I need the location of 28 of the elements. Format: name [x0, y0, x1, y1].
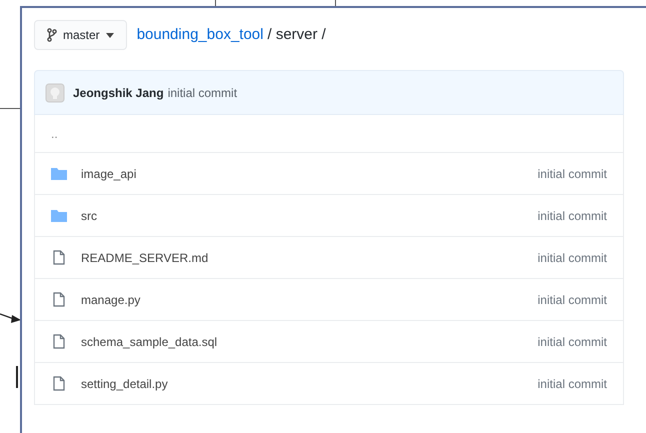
file-link[interactable]: README_SERVER.md	[81, 248, 524, 266]
branch-icon	[47, 28, 57, 42]
file-icon	[53, 334, 65, 349]
file-link[interactable]: manage.py	[81, 290, 524, 308]
commit-message[interactable]: initial commit	[538, 374, 607, 392]
file-icon	[53, 376, 65, 391]
commit-message[interactable]: initial commit	[538, 290, 607, 308]
commit-message[interactable]: initial commit	[538, 164, 607, 182]
commit-author[interactable]: Jeongshik Jang	[73, 84, 164, 102]
arrow-icon	[0, 311, 22, 325]
folder-link[interactable]: image_api	[81, 164, 524, 182]
commit-message[interactable]: initial commit	[538, 206, 607, 224]
commit-message[interactable]: initial commit	[168, 84, 238, 102]
branch-dropdown[interactable]: master	[34, 20, 127, 50]
file-icon	[53, 250, 65, 265]
commit-message[interactable]: initial commit	[538, 248, 607, 266]
path-text: / server /	[267, 24, 326, 45]
commit-message[interactable]: initial commit	[538, 332, 607, 350]
folder-icon	[51, 209, 67, 222]
caret-icon	[106, 32, 114, 38]
folder-link[interactable]: src	[81, 206, 524, 224]
parent-directory-link[interactable]: ..	[51, 124, 58, 142]
file-icon	[53, 292, 65, 307]
repo-link[interactable]: bounding_box_tool	[136, 24, 264, 46]
folder-icon	[51, 167, 67, 180]
file-link[interactable]: setting_detail.py	[81, 374, 524, 392]
file-link[interactable]: schema_sample_data.sql	[81, 332, 524, 350]
avatar-icon	[45, 82, 65, 102]
